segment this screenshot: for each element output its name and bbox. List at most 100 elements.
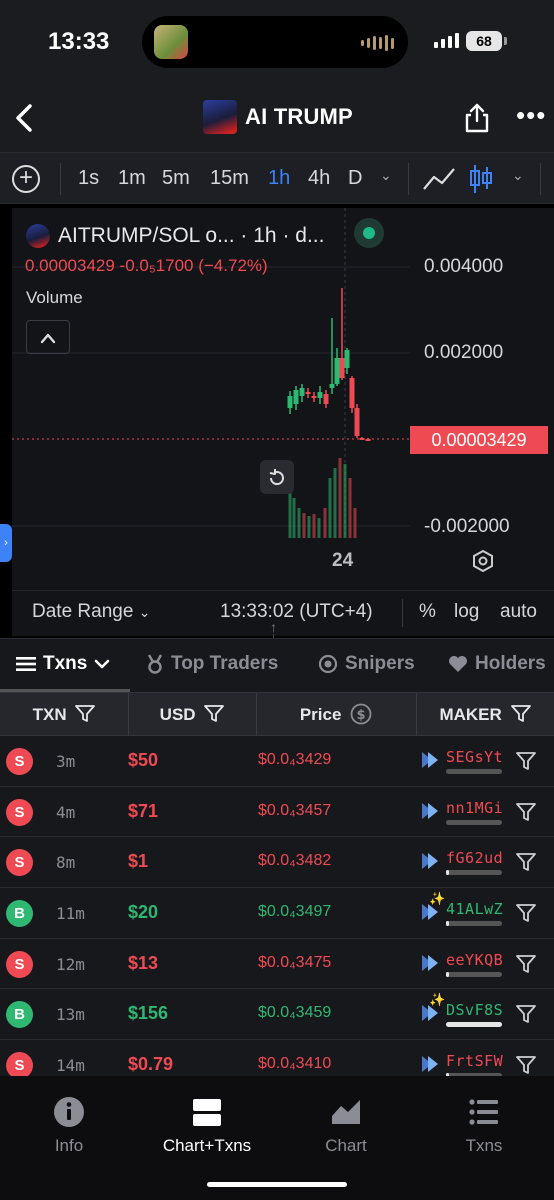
list-icon bbox=[16, 657, 36, 671]
candle-body bbox=[293, 390, 299, 404]
filter-icon[interactable] bbox=[516, 751, 536, 771]
log-scale-toggle[interactable]: log bbox=[454, 601, 479, 623]
timeframe-d[interactable]: D bbox=[348, 167, 362, 190]
auto-scale-toggle[interactable]: auto bbox=[500, 601, 537, 623]
more-options-icon[interactable]: ••• bbox=[516, 100, 546, 131]
chevron-down-icon: ⌄ bbox=[138, 604, 151, 620]
column-header-txn[interactable]: TXN bbox=[0, 693, 128, 737]
info-icon bbox=[54, 1097, 84, 1127]
maker-address[interactable]: FrtSFW bbox=[446, 1052, 503, 1070]
filter-icon[interactable] bbox=[516, 1004, 536, 1024]
filter-icon[interactable] bbox=[516, 852, 536, 872]
maker-holding-fill bbox=[446, 921, 449, 927]
add-indicator-button[interactable]: + bbox=[12, 165, 40, 193]
y-axis-label: -0.002000 bbox=[424, 516, 510, 537]
date-range-label: Date Range bbox=[32, 601, 134, 622]
table-row[interactable]: S 8m $1 $0.0₄3482 fG62ud bbox=[0, 837, 554, 889]
wallet-source-icon bbox=[422, 752, 438, 768]
maker-address[interactable]: 41ALwZ bbox=[446, 900, 503, 918]
maker-address[interactable]: eeYKQB bbox=[446, 951, 503, 969]
wallet-source-icon bbox=[422, 954, 438, 971]
table-row[interactable]: S 3m $50 $0.0₄3429 SEGsYt bbox=[0, 736, 554, 787]
maker-address[interactable]: DSvF8S bbox=[446, 1001, 503, 1019]
toolbar-divider bbox=[60, 163, 61, 195]
candle-body bbox=[323, 394, 329, 404]
nav-info[interactable]: Info bbox=[9, 1096, 129, 1156]
candlestick-icon[interactable] bbox=[466, 163, 496, 195]
column-label: TXN bbox=[32, 705, 67, 724]
chart-settings-icon[interactable] bbox=[472, 550, 494, 572]
price-chart[interactable]: AITRUMP/SOL o... · 1h · d... 0.00003429 … bbox=[12, 208, 554, 590]
volume-bar bbox=[292, 498, 296, 538]
table-row[interactable]: S 14m $0.79 $0.0₄3410 FrtSFW bbox=[0, 1040, 554, 1076]
nav-chart-txns[interactable]: Chart+Txns bbox=[147, 1096, 267, 1156]
percent-scale-toggle[interactable]: % bbox=[419, 601, 436, 623]
column-header-usd[interactable]: USD bbox=[128, 693, 256, 737]
timeframe-1m[interactable]: 1m bbox=[118, 167, 146, 190]
side-panel-handle[interactable]: › bbox=[0, 524, 12, 562]
maker-address[interactable]: nn1MGi bbox=[446, 799, 503, 817]
footer-divider bbox=[402, 599, 403, 627]
column-label: Price bbox=[299, 705, 342, 724]
candle-body bbox=[287, 396, 293, 408]
txn-price: $0.0₄3497 bbox=[258, 903, 332, 921]
txn-usd: $0.79 bbox=[128, 1054, 174, 1075]
timeframe-1s[interactable]: 1s bbox=[78, 167, 99, 190]
filter-icon bbox=[75, 705, 96, 722]
column-header-price[interactable]: Price $ bbox=[256, 693, 416, 737]
x-axis-label: 24 bbox=[332, 550, 354, 571]
transactions-list: S 3m $50 $0.0₄3429 SEGsYt S 4m $71 $0.0₄… bbox=[0, 736, 554, 1076]
line-chart-icon[interactable] bbox=[422, 165, 456, 193]
filter-icon[interactable] bbox=[516, 903, 536, 923]
collapse-legend-button[interactable] bbox=[26, 320, 70, 354]
maker-address[interactable]: SEGsYt bbox=[446, 748, 503, 766]
tab-holders[interactable]: Holders bbox=[448, 653, 546, 675]
timeframe-4h[interactable]: 4h bbox=[308, 167, 330, 190]
table-row[interactable]: B 13m $156 $0.0₄3459 ✨ DSvF8S bbox=[0, 989, 554, 1041]
candle-body bbox=[334, 358, 340, 384]
wallet-source-icon bbox=[422, 853, 438, 870]
battery-tip bbox=[504, 37, 507, 45]
toolbar-divider bbox=[540, 163, 541, 195]
maker-address[interactable]: fG62ud bbox=[446, 849, 503, 867]
tab-snipers[interactable]: Snipers bbox=[318, 653, 415, 675]
y-axis-label: 0.002000 bbox=[424, 342, 504, 363]
wallet-source-icon bbox=[422, 1056, 438, 1073]
volume-bar bbox=[348, 478, 352, 538]
txn-price: $0.0₄3459 bbox=[258, 1004, 332, 1022]
table-row[interactable]: B 11m $20 $0.0₄3497 ✨ 41ALwZ bbox=[0, 888, 554, 939]
candle-body bbox=[317, 392, 323, 398]
sparkle-icon: ✨ bbox=[429, 992, 446, 1008]
dynamic-island[interactable] bbox=[142, 16, 408, 68]
back-button[interactable] bbox=[10, 98, 44, 138]
txn-usd: $13 bbox=[128, 952, 159, 973]
table-row[interactable]: S 12m $13 $0.0₄3475 eeYKQB bbox=[0, 939, 554, 990]
filter-icon[interactable] bbox=[516, 954, 536, 974]
nav-chart[interactable]: Chart bbox=[286, 1096, 406, 1156]
date-range-button[interactable]: Date Range ⌄ bbox=[32, 601, 150, 623]
app-header: AI TRUMP ••• bbox=[0, 90, 554, 152]
timeframe-5m[interactable]: 5m bbox=[162, 167, 190, 190]
table-row[interactable]: S 4m $71 $0.0₄3457 nn1MGi bbox=[0, 787, 554, 838]
filter-icon[interactable] bbox=[516, 1055, 536, 1075]
chart-clock[interactable]: 13:33:02 (UTC+4) bbox=[220, 601, 373, 623]
share-button[interactable] bbox=[462, 102, 492, 134]
maker-holding-fill bbox=[446, 1022, 502, 1028]
token-avatar bbox=[203, 100, 237, 134]
timeframe-dropdown-icon[interactable]: ⌄ bbox=[380, 167, 392, 184]
tab-txns[interactable]: Txns bbox=[16, 653, 110, 675]
tab-label: Holders bbox=[475, 653, 546, 674]
timeframe-15m[interactable]: 15m bbox=[210, 167, 249, 190]
candle-body bbox=[339, 358, 345, 378]
reset-chart-button[interactable] bbox=[260, 460, 294, 494]
nav-txns[interactable]: Txns bbox=[424, 1096, 544, 1156]
home-indicator[interactable] bbox=[207, 1182, 347, 1187]
timeframe-1h[interactable]: 1h bbox=[268, 167, 290, 190]
chart-type-dropdown-icon[interactable]: ⌄ bbox=[512, 167, 524, 184]
status-time: 13:33 bbox=[48, 28, 110, 55]
column-header-maker[interactable]: MAKER bbox=[416, 693, 554, 737]
tab-top-traders[interactable]: Top Traders bbox=[146, 653, 278, 675]
candle-body bbox=[344, 350, 350, 368]
candle-body bbox=[329, 384, 335, 388]
filter-icon[interactable] bbox=[516, 802, 536, 822]
